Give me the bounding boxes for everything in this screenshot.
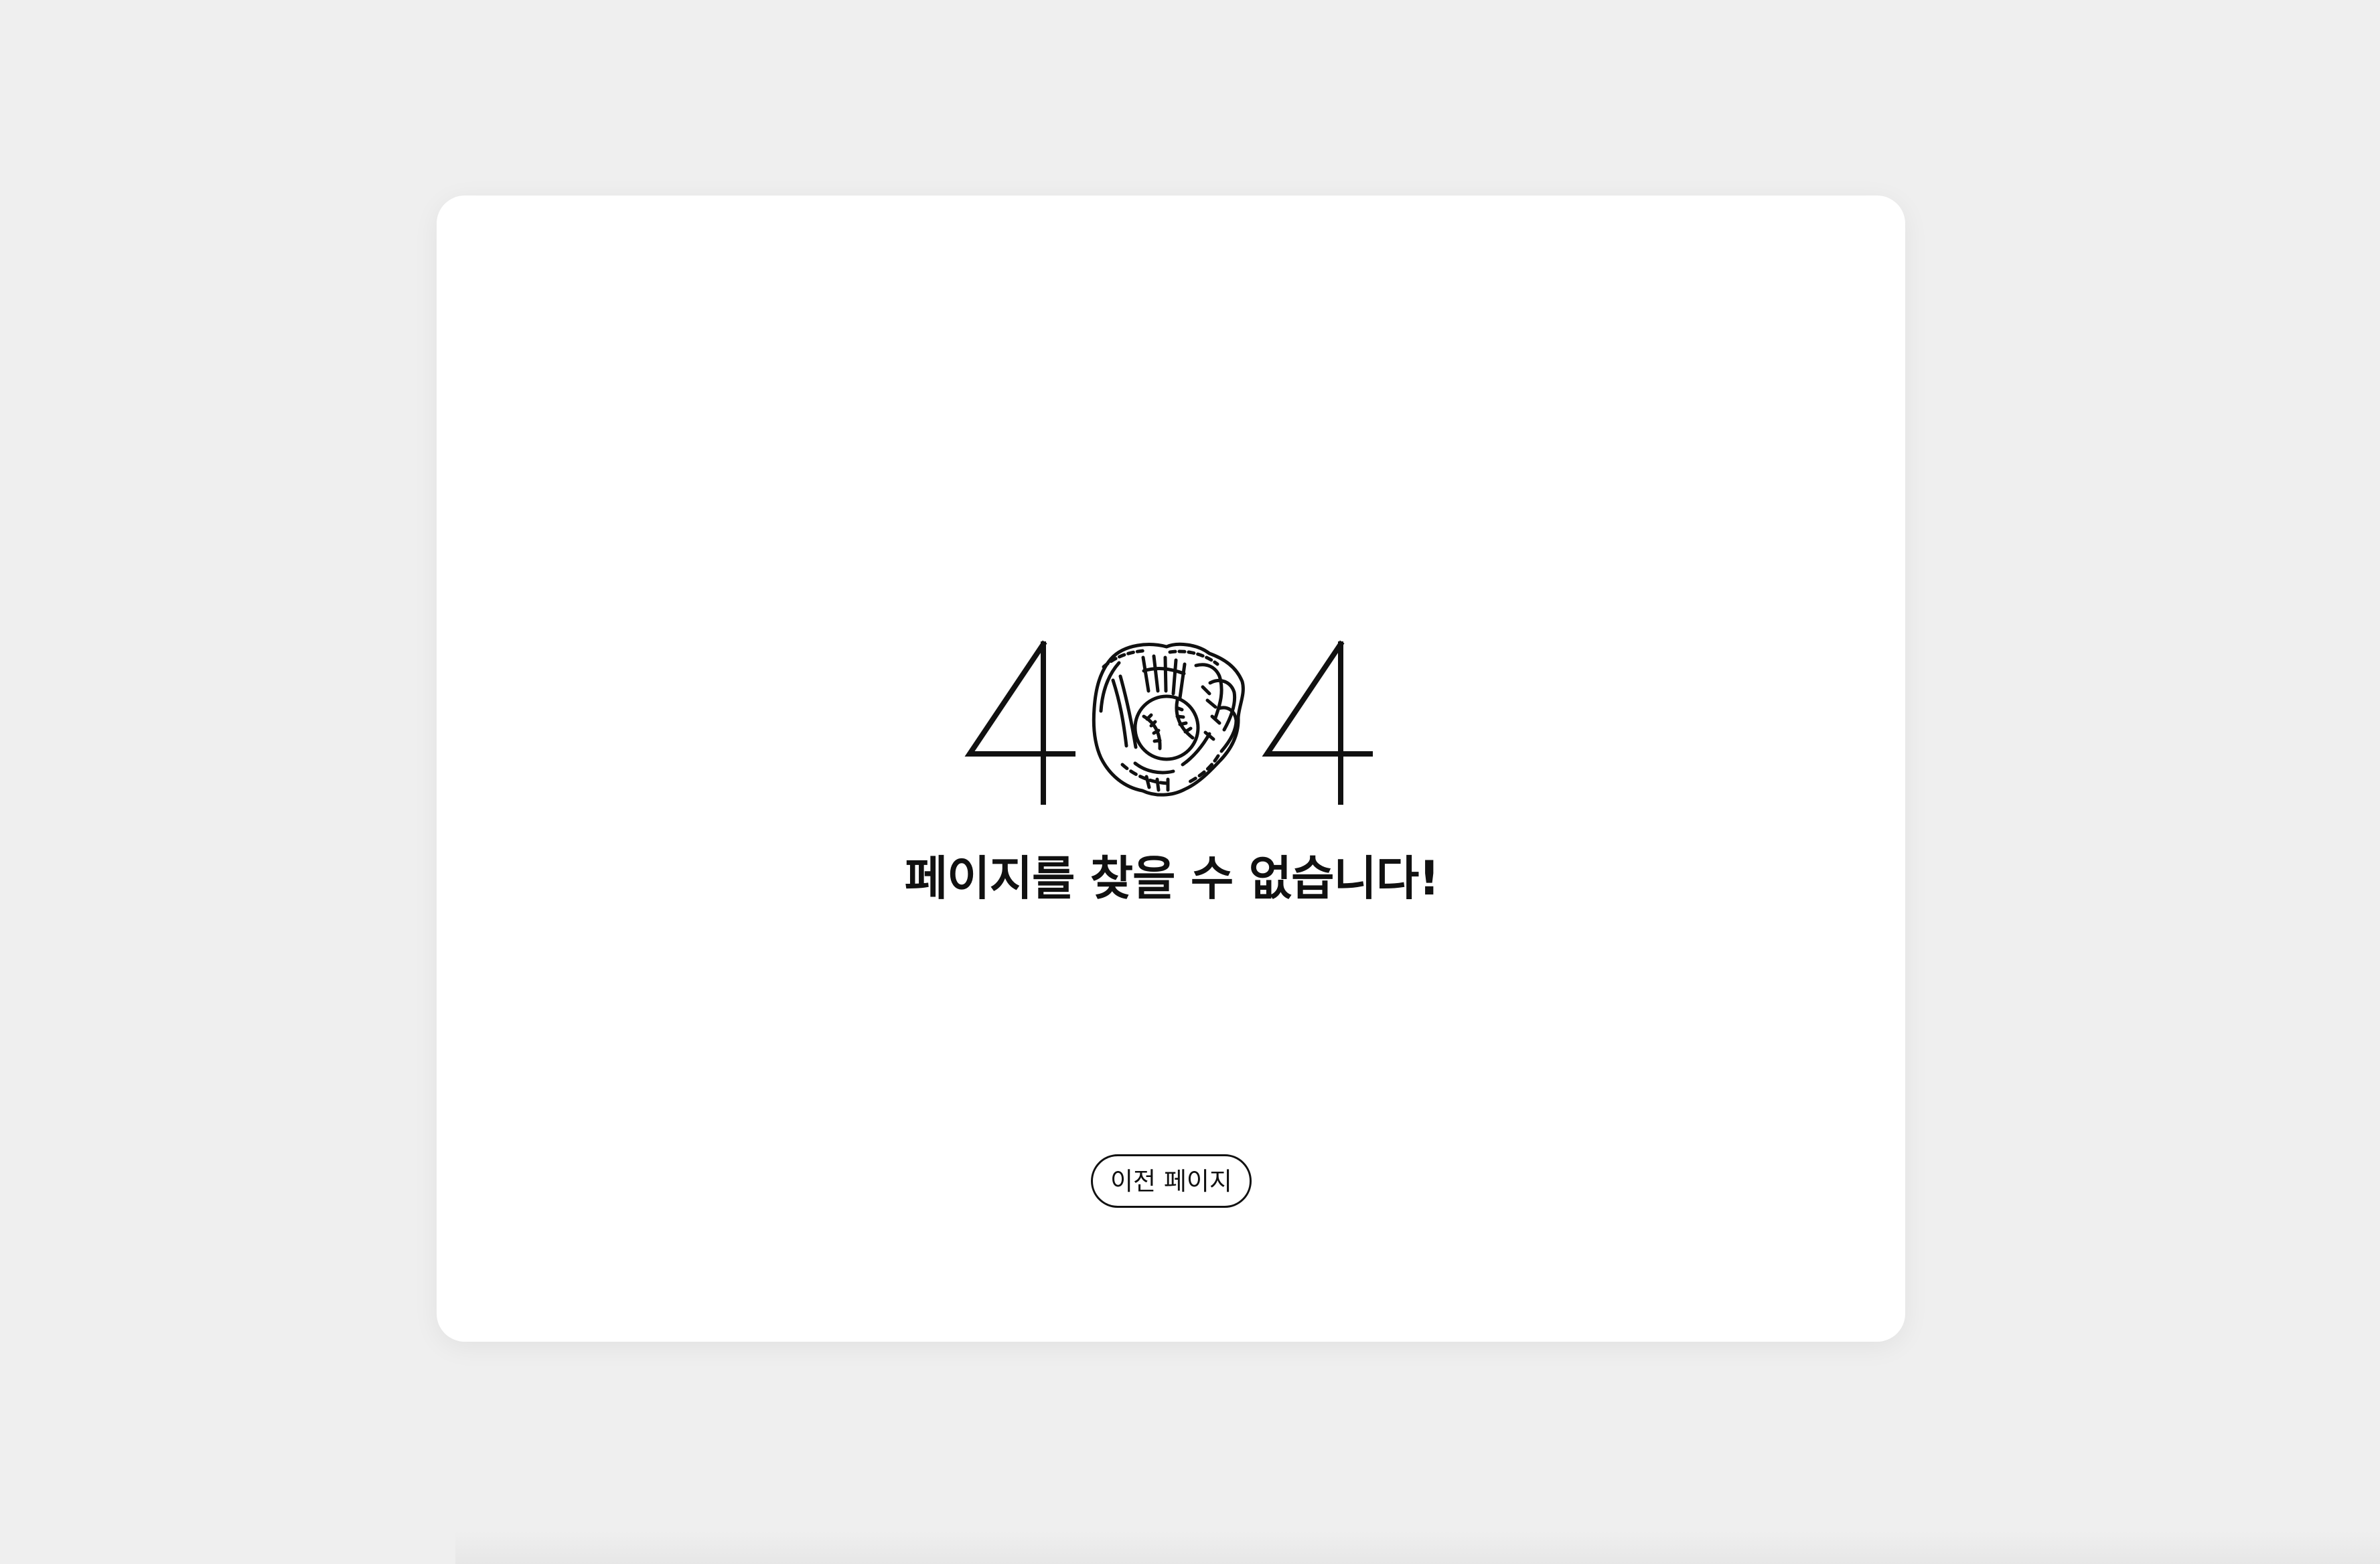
baseball-glove-icon	[1092, 642, 1245, 797]
page-not-found-message: 페이지를 찾을 수 없습니다!	[904, 851, 1440, 906]
previous-page-button[interactable]: 이전 페이지	[1091, 1154, 1252, 1208]
error-404-graphic	[964, 635, 1380, 809]
digit-four-left-icon	[964, 640, 1075, 805]
bottom-fade	[455, 1531, 2380, 1564]
digit-four-right-icon	[1262, 640, 1373, 805]
